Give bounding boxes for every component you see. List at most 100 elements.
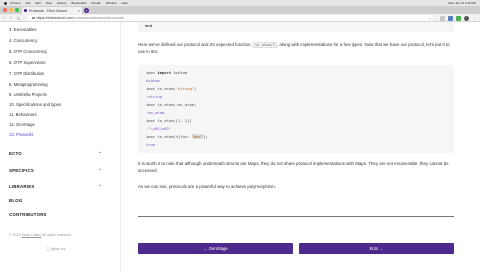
code-prompt: iex> (146, 134, 158, 139)
browser-tab[interactable]: Protocols · Elixir School × (22, 7, 82, 14)
tab-strip: Protocols · Elixir School × + (0, 6, 480, 14)
code-line: iex> to_atom("string") (146, 86, 196, 91)
lock-icon (32, 16, 35, 20)
menu-chrome[interactable]: Chrome (10, 1, 21, 5)
chevron-down-icon[interactable]: ⌄ (98, 182, 102, 188)
code-prompt: iex> (146, 102, 158, 107)
clock: Mon Jan 14 4:16 PM (448, 1, 476, 5)
sidebar-item-protocols[interactable]: 13. Protocols (9, 132, 33, 137)
prev-lesson-button[interactable]: ← GenStage (138, 243, 293, 254)
sidebar-item-concurrency[interactable]: 4. Concurrency (9, 38, 37, 43)
maximize-window-icon[interactable] (15, 8, 19, 12)
menu-edit[interactable]: Edit (36, 1, 41, 5)
code-keyword: import (157, 70, 174, 75)
code-line: iex> to_atom(:an_atom) (146, 102, 196, 107)
tab-title: Protocols · Elixir School (29, 8, 67, 13)
menu-file[interactable]: File (26, 1, 31, 5)
elixir-favicon-icon (24, 8, 27, 12)
forward-icon[interactable]: › (10, 15, 12, 21)
code-line: AsAtom (146, 78, 160, 83)
menu-help[interactable]: Help (122, 1, 128, 5)
sidebar-item-metaprogramming[interactable]: 8. Metaprogramming (9, 82, 48, 87)
sidebar-item-otp-concurrency[interactable]: 5. OTP Concurrency (9, 49, 47, 54)
paragraph-text: Here we've defined our protocol and it's… (138, 42, 253, 47)
code-text: to_atom(:an_atom) (157, 102, 197, 107)
paragraph: As we can see, protocols are a powerful … (138, 184, 276, 189)
sidebar-item-otp-distribution[interactable]: 7. OTP Distribution (9, 71, 44, 76)
code-text: ) (194, 86, 197, 91)
code-line: iex> to_atom([1, 2]) (146, 118, 192, 123)
code-string: "bar" (191, 134, 204, 139)
sidebar-section-specifics[interactable]: SPECIFICS (9, 168, 34, 173)
sidebar-section-libraries[interactable]: LIBRARIES (9, 184, 34, 189)
url-input[interactable]: https://elixirschool.com /en/lessons/adv… (28, 15, 433, 21)
menu-people[interactable]: People (92, 1, 101, 5)
sidebar-item-behaviours[interactable]: 11. Behaviours (9, 112, 37, 117)
copyright-author-link[interactable]: Sean Callan (22, 233, 42, 237)
code-text: to_atom([1, 2]) (157, 118, 192, 123)
sidebar-item-specifications[interactable]: 10. Specifications and types (9, 102, 61, 107)
copyright-text: © 2019 Sean Callan All rights reserved. (9, 233, 72, 237)
browser-menu-icon[interactable]: ⋮ (472, 15, 477, 21)
code-block-end: end (138, 22, 454, 32)
back-icon[interactable]: ‹ (3, 15, 5, 21)
menu-bookmarks[interactable]: Bookmarks (71, 1, 86, 5)
code-line: iex> to_atom(%{foo: "bar"}) (146, 134, 208, 139)
sidebar-item-executables[interactable]: 3. Executables (9, 27, 36, 32)
lesson-content: end Here we've defined our protocol and … (121, 22, 480, 272)
code-output: :an_atom (146, 110, 165, 115)
minimize-window-icon[interactable] (9, 8, 13, 12)
menu-window[interactable]: Window (106, 1, 117, 5)
lights-out-toggle[interactable]: ◯ lights out (46, 247, 65, 251)
inline-code: to_atom/1 (252, 42, 277, 48)
code-string: "string" (175, 86, 195, 91)
paragraph: It is worth it to note that although und… (138, 161, 449, 173)
extension-icon[interactable] (448, 15, 453, 21)
code-text: AsAtom (173, 70, 188, 75)
code-prompt: iex> (146, 118, 158, 123)
tab-close-icon[interactable]: × (78, 8, 80, 13)
url-path: /en/lessons/advanced/protocols/ (72, 15, 125, 20)
code-text: to_atom( (157, 86, 176, 91)
next-lesson-button[interactable]: Ecto → (299, 243, 454, 254)
code-line: :"\x01\x02" (146, 126, 171, 131)
copyright-prefix: © 2019 (9, 233, 22, 237)
code-text: }) (203, 134, 208, 139)
chevron-down-icon[interactable]: ⌄ (98, 166, 102, 172)
code-line: true (146, 142, 155, 147)
code-output: AsAtom (146, 78, 160, 83)
code-output: true (146, 142, 156, 147)
sidebar-item-otp-supervisors[interactable]: 6. OTP Supervisors (9, 60, 45, 65)
sidebar-item-umbrella-projects[interactable]: 9. Umbrella Projects (9, 92, 47, 97)
copyright-suffix: All rights reserved. (41, 233, 72, 237)
code-output: :string (146, 94, 163, 99)
code-text: to_atom(%{foo: (157, 134, 192, 139)
reload-icon[interactable]: ↻ (17, 16, 20, 21)
paragraph: Here we've defined our protocol and it's… (138, 42, 456, 55)
code-text: end (145, 23, 152, 28)
chevron-down-icon[interactable]: ⌄ (98, 149, 102, 155)
code-prompt: iex> (146, 70, 158, 75)
extension-icon[interactable] (456, 15, 461, 21)
code-line: :string (146, 94, 162, 99)
address-bar: ‹ › ↻ https://elixirschool.com /en/lesso… (0, 14, 480, 22)
menu-history[interactable]: History (57, 1, 66, 5)
close-window-icon[interactable] (3, 8, 7, 12)
sidebar: 3. Executables 4. Concurrency 5. OTP Con… (0, 22, 121, 272)
code-output: :"\x01\x02" (146, 126, 172, 131)
sidebar-section-blog[interactable]: BLOG (9, 198, 22, 203)
code-line: :an_atom (146, 110, 164, 115)
menu-view[interactable]: View (46, 1, 52, 5)
sidebar-item-genstage[interactable]: 12. GenStage (9, 122, 35, 127)
sidebar-section-ecto[interactable]: ECTO (9, 151, 22, 156)
code-prompt: iex> (146, 86, 158, 91)
bookmark-star-icon[interactable]: ☆ (428, 16, 432, 21)
divider (138, 216, 454, 217)
new-tab-icon[interactable]: + (84, 7, 89, 13)
profile-avatar-icon[interactable] (464, 15, 469, 21)
iex-code-block: iex> import AsAtom AsAtom iex> to_atom("… (138, 65, 454, 153)
url-domain: https://elixirschool.com (36, 15, 73, 20)
sidebar-section-contributors[interactable]: CONTRIBUTORS (9, 212, 47, 217)
apple-icon[interactable] (4, 1, 7, 5)
extension-icon[interactable] (440, 15, 445, 21)
